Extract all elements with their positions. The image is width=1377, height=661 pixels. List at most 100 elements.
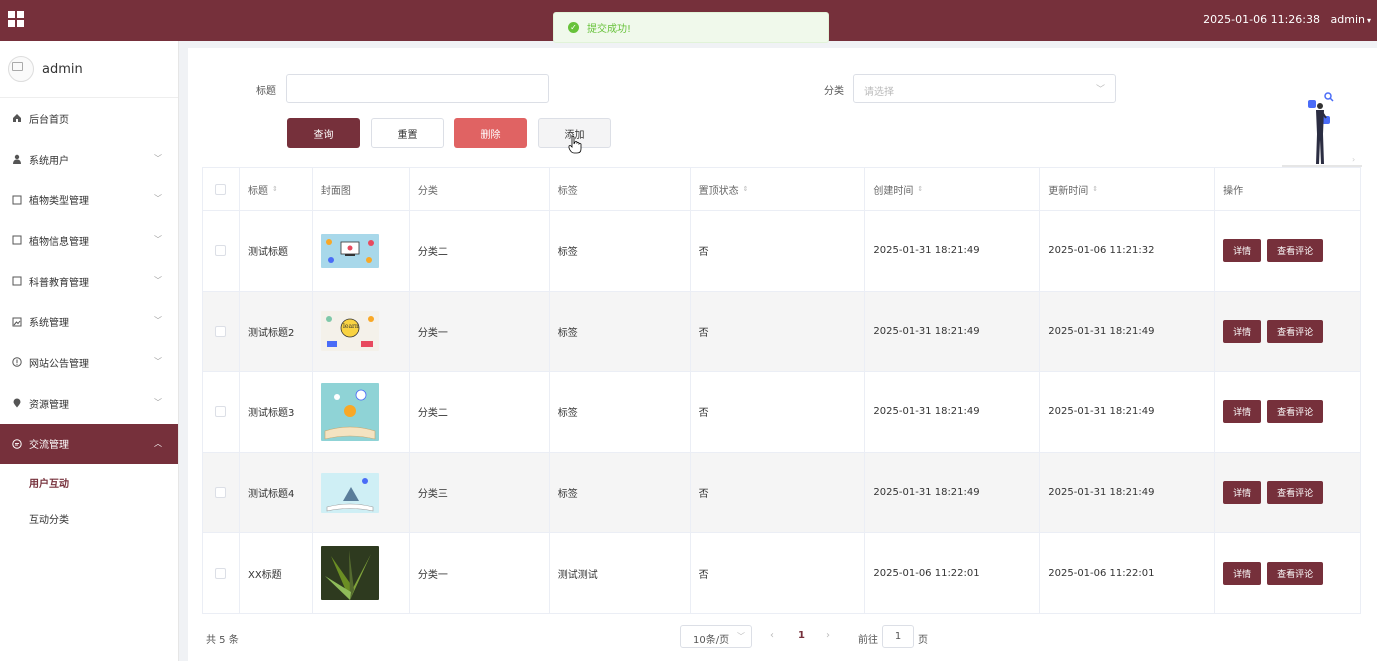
sidebar-item-system-users[interactable]: 系统用户 ﹀ bbox=[0, 139, 178, 180]
sidebar-item-science-education[interactable]: 科普教育管理 ﹀ bbox=[0, 261, 178, 302]
row-checkbox[interactable] bbox=[215, 567, 227, 579]
column-header-label: 标题 bbox=[247, 185, 268, 197]
header-datetime: 2025-01-06 11:26:38 bbox=[1203, 13, 1320, 26]
table-row: 测试标题2 learn 分类一 标签 否 2025-01-31 18:21:49… bbox=[203, 291, 1361, 373]
chevron-down-icon: ﹀ bbox=[154, 275, 162, 285]
column-header-title[interactable]: 标题 ⇕ bbox=[240, 168, 313, 210]
chevron-down-icon: ﹀ bbox=[154, 357, 162, 367]
detail-button[interactable]: 详情 bbox=[1223, 239, 1262, 263]
chevron-down-icon: ﹀ bbox=[154, 153, 162, 163]
column-header-updated[interactable]: 更新时间 ⇕ bbox=[1040, 168, 1216, 210]
row-checkbox[interactable] bbox=[215, 245, 227, 257]
page-word-label: 页 bbox=[918, 635, 928, 646]
title-filter-label: 标题 bbox=[256, 86, 276, 97]
row-checkbox[interactable] bbox=[215, 487, 227, 499]
sidebar-item-plant-types[interactable]: 植物类型管理 ﹀ bbox=[0, 179, 178, 220]
view-comments-button[interactable]: 查看评论 bbox=[1267, 239, 1324, 263]
svg-text:›: › bbox=[1352, 155, 1355, 164]
cell-top-status: 否 bbox=[691, 452, 866, 533]
view-comments-button[interactable]: 查看评论 bbox=[1267, 481, 1324, 505]
header-user-menu[interactable]: admin ▾ bbox=[1331, 13, 1371, 26]
current-page[interactable]: 1 bbox=[798, 630, 805, 641]
picture-icon bbox=[11, 317, 23, 327]
column-header-top-status[interactable]: 置顶状态 ⇕ bbox=[691, 168, 866, 210]
column-header-actions: 操作 bbox=[1215, 168, 1361, 210]
chevron-down-icon: ﹀ bbox=[154, 194, 162, 204]
page-size-select[interactable]: 10条/页 ﹀ bbox=[680, 625, 752, 648]
sidebar-item-resources[interactable]: 资源管理 ﹀ bbox=[0, 383, 178, 424]
cell-updated: 2025-01-06 11:21:32 bbox=[1040, 211, 1216, 291]
chevron-down-icon: ﹀ bbox=[154, 235, 162, 245]
select-all-checkbox[interactable] bbox=[215, 183, 227, 195]
cell-updated: 2025-01-06 11:22:01 bbox=[1040, 533, 1216, 613]
cell-top-status: 否 bbox=[691, 372, 866, 452]
sidebar-item-plant-info[interactable]: 植物信息管理 ﹀ bbox=[0, 220, 178, 261]
sidebar-item-label: 交流管理 bbox=[29, 440, 69, 452]
cell-tag: 标签 bbox=[550, 291, 691, 372]
sidebar-profile: admin bbox=[0, 41, 178, 98]
chevron-up-icon: ︿ bbox=[154, 438, 162, 448]
sidebar-item-communication[interactable]: 交流管理 ︿ bbox=[0, 423, 178, 465]
view-comments-button[interactable]: 查看评论 bbox=[1267, 400, 1324, 424]
column-header-created[interactable]: 创建时间 ⇕ bbox=[865, 168, 1041, 210]
cover-image bbox=[320, 472, 379, 513]
sidebar-item-system-management[interactable]: 系统管理 ﹀ bbox=[0, 301, 178, 342]
cell-category: 分类三 bbox=[410, 452, 550, 533]
data-table: 标题 ⇕ 封面图 分类 标签 置顶状态 ⇕ 创建时间 ⇕ 更新时间 ⇕ 操作 测试标题 bbox=[202, 167, 1361, 614]
cover-image bbox=[320, 233, 379, 268]
row-checkbox[interactable] bbox=[215, 406, 227, 418]
sidebar-item-label: 科普教育管理 bbox=[29, 277, 89, 289]
cell-title: XX标题 bbox=[240, 533, 313, 613]
detail-button[interactable]: 详情 bbox=[1223, 481, 1262, 505]
detail-button[interactable]: 详情 bbox=[1223, 400, 1262, 424]
query-button[interactable]: 查询 bbox=[287, 118, 360, 148]
table-row: XX标题 分类一 测试测试 否 2025-01-06 11:22:01 2025… bbox=[203, 533, 1361, 614]
search-illustration-icon: › bbox=[1282, 92, 1362, 167]
category-select[interactable]: 请选择 ﹀ bbox=[853, 74, 1116, 103]
cell-tag: 标签 bbox=[550, 211, 691, 291]
document-icon bbox=[11, 276, 23, 286]
main-panel: 标题 分类 请选择 ﹀ 查询 重置 删除 添加 › 标题 ⇕ 封面图 分类 标签 … bbox=[188, 48, 1377, 661]
reset-button[interactable]: 重置 bbox=[371, 118, 444, 148]
next-page-icon[interactable]: › bbox=[826, 630, 830, 641]
cell-title: 测试标题2 bbox=[240, 291, 313, 372]
prev-page-icon[interactable]: ‹ bbox=[770, 630, 774, 641]
column-header-tag: 标签 bbox=[550, 168, 691, 210]
sidebar-subitem-user-interaction[interactable]: 用户互动 bbox=[0, 464, 178, 500]
cell-created: 2025-01-06 11:22:01 bbox=[865, 533, 1041, 613]
category-select-placeholder: 请选择 bbox=[864, 87, 894, 98]
delete-button[interactable]: 删除 bbox=[454, 118, 527, 148]
sidebar-item-announcements[interactable]: 网站公告管理 ﹀ bbox=[0, 342, 178, 383]
avatar bbox=[8, 56, 34, 82]
cell-category: 分类一 bbox=[410, 291, 550, 372]
sidebar-item-home[interactable]: 后台首页 bbox=[0, 98, 178, 139]
row-checkbox[interactable] bbox=[215, 325, 227, 337]
column-header-category: 分类 bbox=[410, 168, 550, 210]
detail-button[interactable]: 详情 bbox=[1223, 561, 1262, 585]
info-icon bbox=[11, 357, 23, 368]
sidebar-subitem-interaction-category[interactable]: 互动分类 bbox=[0, 500, 178, 536]
detail-button[interactable]: 详情 bbox=[1223, 319, 1262, 343]
user-icon bbox=[11, 154, 23, 165]
table-row: 测试标题3 分类二 标签 否 2025-01-31 18:21:49 2025-… bbox=[203, 372, 1361, 453]
sidebar: admin 后台首页 系统用户 ﹀ 植物类型管理 ﹀ 植物信息管理 ﹀ 科普教育… bbox=[0, 41, 179, 661]
check-circle-icon: ✓ bbox=[568, 22, 579, 33]
hand-cursor-icon bbox=[568, 136, 582, 154]
column-header-label: 操作 bbox=[1223, 185, 1244, 197]
document-icon bbox=[11, 235, 23, 245]
view-comments-button[interactable]: 查看评论 bbox=[1267, 561, 1324, 585]
sidebar-item-label: 系统用户 bbox=[29, 155, 69, 167]
column-header-label: 置顶状态 bbox=[698, 185, 739, 197]
page-size-value: 10条/页 bbox=[693, 635, 730, 646]
cell-updated: 2025-01-31 18:21:49 bbox=[1040, 372, 1216, 452]
column-header-label: 更新时间 bbox=[1048, 185, 1089, 197]
sort-icon: ⇕ bbox=[1092, 185, 1099, 193]
menu-grid-icon[interactable] bbox=[8, 11, 24, 27]
view-comments-button[interactable]: 查看评论 bbox=[1267, 319, 1324, 343]
goto-page-input[interactable]: 1 bbox=[882, 625, 914, 648]
sidebar-item-label: 植物信息管理 bbox=[29, 236, 89, 248]
cell-title: 测试标题4 bbox=[240, 452, 313, 533]
table-header-row: 标题 ⇕ 封面图 分类 标签 置顶状态 ⇕ 创建时间 ⇕ 更新时间 ⇕ 操作 bbox=[203, 168, 1361, 211]
sort-icon: ⇕ bbox=[742, 185, 749, 193]
title-filter-input[interactable] bbox=[286, 74, 549, 103]
